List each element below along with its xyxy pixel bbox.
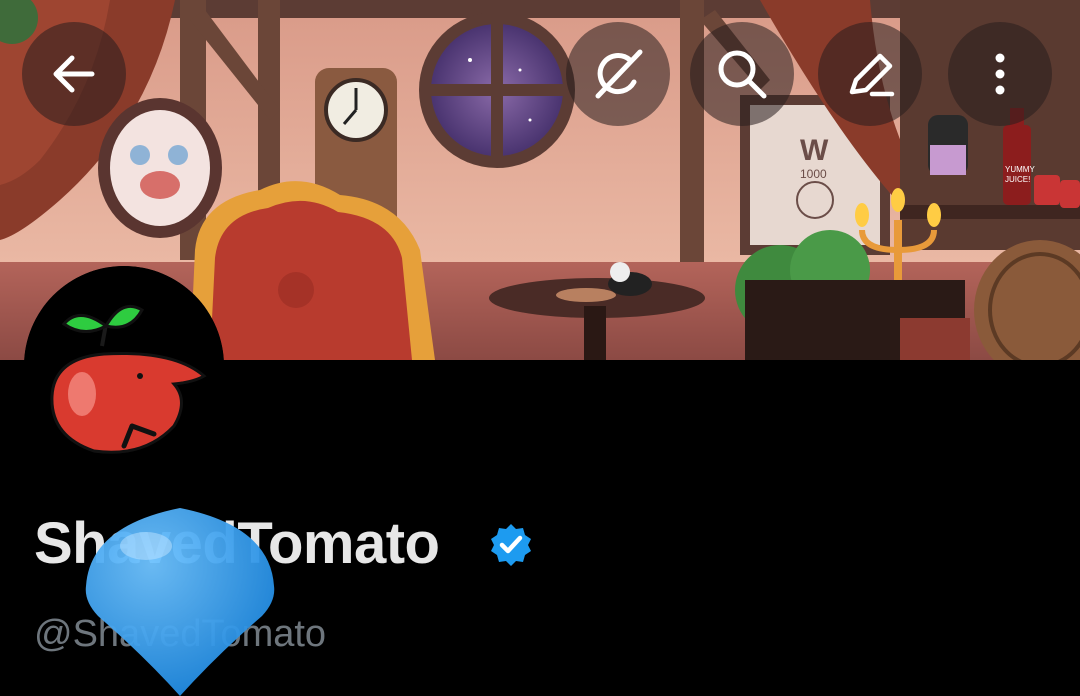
kebab-vertical-icon [995, 53, 1005, 95]
more-options-button[interactable] [948, 22, 1052, 126]
tomato-avatar-icon [24, 266, 224, 466]
avatar[interactable] [24, 266, 224, 466]
grok-button[interactable] [566, 22, 670, 126]
search-button[interactable] [690, 22, 794, 126]
verified-badge-icon[interactable] [488, 522, 534, 568]
bottle-label-2: JUICE! [1005, 175, 1030, 184]
back-button[interactable] [22, 22, 126, 126]
edit-button[interactable] [818, 22, 922, 126]
display-name: ShavedTomato [34, 511, 440, 576]
search-icon [718, 50, 767, 99]
grok-slash-icon [595, 49, 643, 99]
arrow-left-icon [53, 55, 95, 93]
poster-number: 1000 [800, 167, 827, 181]
bottle-label-1: YUMMY [1005, 165, 1035, 174]
poster-letter: W [800, 134, 829, 167]
handle: @ShavedTomato [34, 613, 327, 655]
pencil-icon [849, 53, 895, 97]
